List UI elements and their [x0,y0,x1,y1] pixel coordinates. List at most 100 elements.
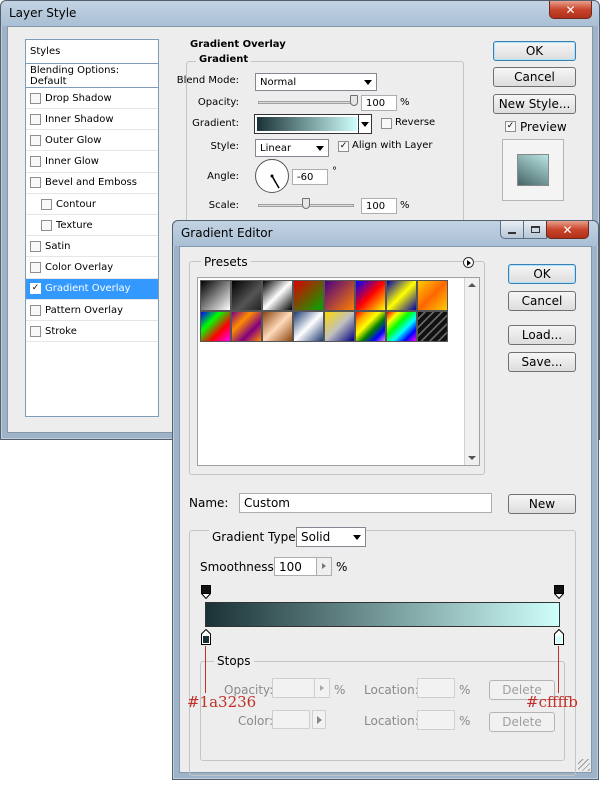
opacity-slider[interactable] [258,101,354,104]
sidebar-item-checkbox[interactable] [30,304,41,316]
load-button[interactable]: Load... [508,325,576,345]
name-input[interactable]: Custom [239,493,492,513]
preview-gradient-square [517,154,549,186]
new-gradient-button[interactable]: New [508,494,576,514]
gradient-type-label: Gradient Type: [209,530,303,544]
sidebar-item-checkbox[interactable] [30,325,41,337]
resize-grip-icon[interactable] [578,759,590,771]
sidebar-item-checkbox[interactable] [41,219,52,231]
editor-cancel-button[interactable]: Cancel [508,291,576,311]
sidebar-item-checkbox[interactable] [30,92,41,104]
gradient-type-select[interactable]: Solid [296,527,366,547]
preset-gradient-swatch[interactable] [324,311,355,342]
sidebar-item-label: Stroke [45,325,77,337]
opacity-stop-right[interactable] [553,585,565,600]
preset-gradient-swatch[interactable] [200,311,231,342]
sidebar-item-gradient-overlay[interactable]: ✓ Gradient Overlay [26,278,158,300]
sidebar-item-drop-shadow[interactable]: Drop Shadow [26,88,158,109]
opacity-stop-left[interactable] [200,585,212,600]
preset-gradient-swatch[interactable] [355,280,386,311]
color-stop-left[interactable] [201,628,211,645]
sidebar-item-inner-shadow[interactable]: Inner Shadow [26,109,158,131]
scale-slider-thumb[interactable] [302,198,310,209]
angle-dial[interactable] [255,159,289,193]
scroll-down-icon[interactable] [468,456,476,460]
sidebar-item-satin[interactable]: Satin [26,236,158,258]
preset-gradient-swatch[interactable] [231,280,262,311]
smoothness-stepper[interactable] [316,558,331,575]
presets-scrollbar[interactable] [464,278,479,465]
sidebar-item-outer-glow[interactable]: Outer Glow [26,130,158,152]
preset-gradient-swatch[interactable] [231,311,262,342]
sidebar-item-checkbox[interactable] [30,156,41,168]
sidebar-item-checkbox[interactable] [41,198,52,210]
align-with-layer-checkbox[interactable]: ✓ [338,141,349,152]
scroll-up-icon[interactable] [468,283,476,287]
close-icon[interactable]: ✕ [549,1,592,19]
stop-opacity-stepper[interactable] [314,679,329,697]
stop-color-location-input[interactable] [417,710,455,730]
sidebar-item-checkbox[interactable] [30,134,41,146]
preset-gradient-swatch[interactable] [386,311,417,342]
sidebar-item-checkbox[interactable] [30,240,41,252]
stop-opacity-location-input[interactable] [417,678,455,698]
preset-gradient-swatch[interactable] [293,280,324,311]
stop-opacity-input[interactable] [272,678,330,698]
preset-gradient-swatch[interactable] [417,280,448,311]
preset-gradient-swatch[interactable] [417,311,448,342]
presets-menu-icon[interactable] [463,257,474,268]
preset-gradient-swatch[interactable] [324,280,355,311]
smoothness-input[interactable]: 100 [274,557,332,576]
opacity-slider-thumb[interactable] [350,95,358,106]
sidebar-item-checkbox[interactable] [30,262,41,274]
gradient-editor-titlebar[interactable]: Gradient Editor ✕ [173,221,598,246]
reverse-checkbox[interactable] [381,118,392,129]
sidebar-item-checkbox[interactable]: ✓ [30,283,41,295]
style-select[interactable]: Linear [255,139,329,157]
sidebar-item-texture[interactable]: Texture [26,215,158,237]
preset-gradient-swatch[interactable] [355,311,386,342]
preset-gradient-swatch[interactable] [262,311,293,342]
new-style-button[interactable]: New Style... [493,94,576,114]
blend-mode-select[interactable]: Normal [255,73,377,91]
close-icon[interactable]: ✕ [546,221,589,239]
presets-label: Presets [201,255,251,269]
scale-input[interactable]: 100 [361,198,397,214]
gradient-picker[interactable] [254,114,372,134]
maximize-icon[interactable] [523,221,547,239]
preview-checkbox[interactable]: ✓ [505,121,516,132]
color-stop-right[interactable] [554,628,564,645]
sidebar-item-pattern-overlay[interactable]: Pattern Overlay [26,300,158,321]
preset-gradient-swatch[interactable] [200,280,231,311]
sidebar-item-checkbox[interactable] [30,113,41,125]
minimize-icon[interactable] [500,221,524,239]
save-button[interactable]: Save... [508,352,576,372]
delete-color-stop-button[interactable]: Delete [489,712,555,732]
preset-gradient-swatch[interactable] [386,280,417,311]
sidebar-item-blending[interactable]: Blending Options: Default [26,64,158,88]
ok-button[interactable]: OK [493,41,576,61]
stop-color-swatch[interactable] [272,710,310,729]
sidebar-item-inner-glow[interactable]: Inner Glow [26,152,158,173]
smoothness-value: 100 [279,559,302,574]
gradient-dropdown-button[interactable] [358,115,371,133]
sidebar-item-bevel-and-emboss[interactable]: Bevel and Emboss [26,173,158,194]
name-label: Name: [189,496,229,510]
sidebar-item-stroke[interactable]: Stroke [26,321,158,343]
gradient-bar[interactable] [205,602,560,627]
sidebar-item-styles[interactable]: Styles [26,40,158,64]
angle-input[interactable]: -60 [292,169,328,185]
opacity-input[interactable]: 100 [361,95,397,111]
sidebar-item-color-overlay[interactable]: Color Overlay [26,258,158,279]
style-value: Linear [260,142,292,154]
stop-color-arrow-button[interactable] [312,710,326,729]
sidebar-item-contour[interactable]: Contour [26,194,158,215]
preset-gradient-swatch[interactable] [262,280,293,311]
preset-gradient-swatch[interactable] [293,311,324,342]
sidebar-item-checkbox[interactable] [30,177,41,189]
cancel-button[interactable]: Cancel [493,67,576,87]
angle-needle-icon [270,174,280,189]
editor-ok-button[interactable]: OK [508,264,576,284]
layer-style-titlebar[interactable]: Layer Style ✕ [1,1,599,26]
sidebar-item-label: Pattern Overlay [45,304,124,316]
